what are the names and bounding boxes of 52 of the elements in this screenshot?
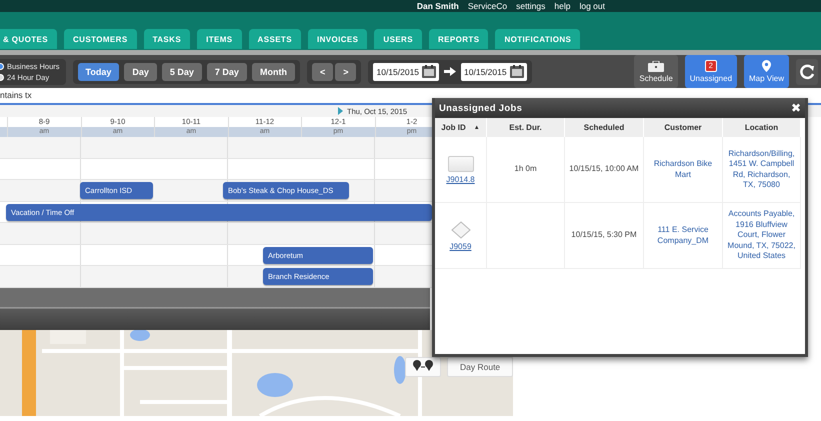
date-field[interactable]: 10/15/2015 xyxy=(373,62,440,80)
view-button[interactable]: 7 Day xyxy=(206,62,247,80)
view-button[interactable]: Today xyxy=(78,62,120,80)
nav-tab[interactable]: USERS xyxy=(374,29,422,49)
nav-tab[interactable]: INVOICES xyxy=(308,29,368,49)
close-button[interactable]: ✖ xyxy=(791,102,801,114)
nav-tab[interactable]: CUSTOMERS xyxy=(64,29,137,49)
view-button[interactable]: 5 Day xyxy=(162,62,202,80)
location-link[interactable]: Richardson/Billing, 1451 W. Campbell Rd, Richardson, TX, 75080 xyxy=(723,137,801,203)
refresh-button[interactable] xyxy=(796,58,818,84)
company-name: ServiceCo xyxy=(468,1,508,11)
nav-tab[interactable]: & QUOTES xyxy=(0,29,57,49)
scheduled-cell: 10/15/15, 5:30 PM xyxy=(565,203,644,269)
view-button[interactable]: Day xyxy=(124,62,157,80)
header-link[interactable]: settings xyxy=(516,1,546,11)
user-name: Dan Smith xyxy=(416,1,459,11)
map-pin-icon xyxy=(762,60,771,72)
header-link[interactable]: help xyxy=(554,1,570,11)
arrow-icon xyxy=(444,67,456,76)
column-header[interactable]: Scheduled xyxy=(565,118,644,137)
schedule-button[interactable]: Schedule xyxy=(634,55,678,88)
calendar-icon[interactable] xyxy=(422,65,436,78)
job-id-link[interactable]: J9014.8 xyxy=(446,174,475,184)
route-button[interactable] xyxy=(405,356,441,376)
location-link[interactable]: Accounts Payable, 1916 Bluffview Court, Flower Mound, TX, 75022, United States xyxy=(723,203,801,269)
refresh-icon xyxy=(799,64,815,80)
next-button[interactable]: > xyxy=(335,62,356,80)
map-button[interactable]: Map View xyxy=(744,55,789,88)
day-route-button[interactable]: Day Route xyxy=(447,356,513,376)
previous-button[interactable]: < xyxy=(312,62,334,80)
duration-cell: 1h 0m xyxy=(487,137,565,203)
job-id-link[interactable]: J9059 xyxy=(450,242,472,250)
filter-text: ntains tx xyxy=(0,89,33,100)
customer-link[interactable]: Richardson Bike Mart xyxy=(644,137,723,203)
header-link[interactable]: log out xyxy=(579,1,605,11)
column-header[interactable]: Est. Dur. xyxy=(487,118,565,137)
calendar-icon[interactable] xyxy=(510,65,524,78)
scheduled-cell: 10/15/15, 10:00 AM xyxy=(565,137,644,203)
nav-tab[interactable]: ASSETS xyxy=(248,29,301,49)
date-field[interactable]: 10/15/2015 xyxy=(461,62,527,80)
route-markers-icon xyxy=(412,360,434,371)
view-button[interactable]: Month xyxy=(252,62,295,80)
triangle-icon xyxy=(338,107,343,115)
dialog-title: Unassigned Jobs xyxy=(439,102,522,114)
toolbox-icon xyxy=(648,60,664,72)
nav-tab[interactable]: NOTIFICATIONS xyxy=(495,29,580,49)
nav-tab[interactable]: REPORTS xyxy=(428,29,488,49)
column-header[interactable]: Location xyxy=(723,118,801,137)
nav-tab[interactable]: TASKS xyxy=(144,29,190,49)
column-header[interactable]: Customer xyxy=(644,118,723,137)
nav-tab[interactable]: ITEMS xyxy=(197,29,242,49)
customer-link[interactable]: 111 E. Service Company_DM xyxy=(644,203,723,269)
